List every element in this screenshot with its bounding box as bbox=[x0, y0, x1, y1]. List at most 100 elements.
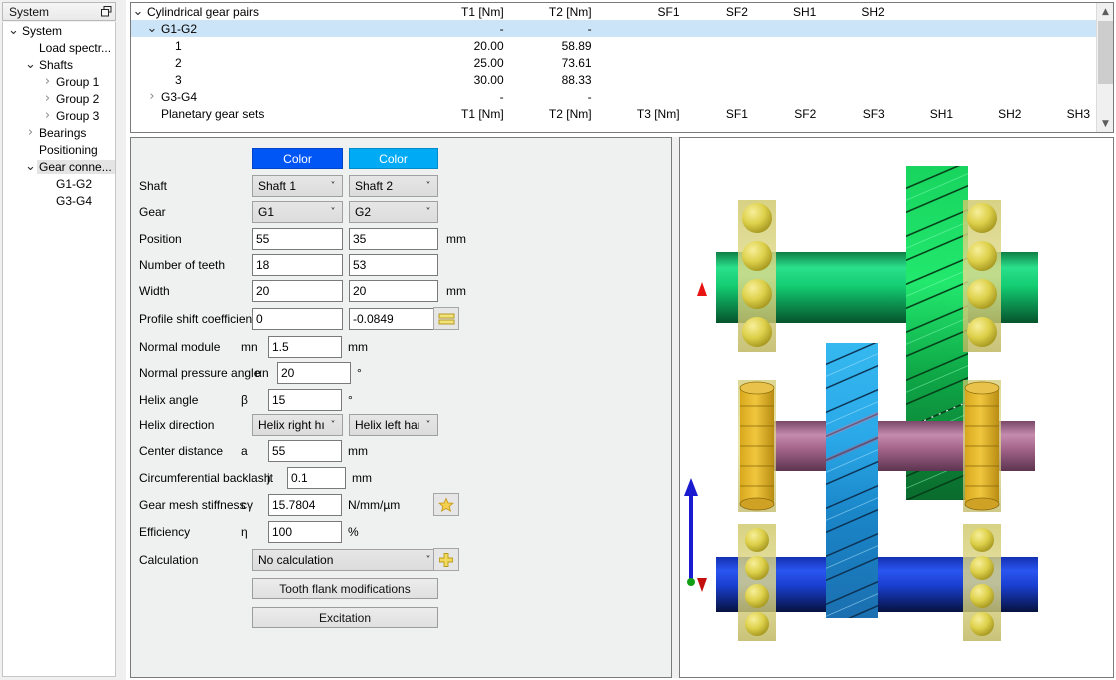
table-cell: - bbox=[422, 20, 510, 37]
tree-item-g1-g2[interactable]: G1-G2 bbox=[3, 175, 115, 192]
tree-item-group-1[interactable]: ›Group 1 bbox=[3, 73, 115, 90]
chevron-right-icon[interactable]: › bbox=[41, 73, 54, 90]
chevron-right-icon[interactable]: › bbox=[145, 89, 159, 104]
pressure-angle-label: Normal pressure angle bbox=[139, 362, 260, 384]
helix-angle-input[interactable] bbox=[268, 389, 342, 411]
table-cell bbox=[686, 71, 754, 88]
efficiency-label: Efficiency bbox=[139, 521, 190, 543]
tree-item-gear-conne[interactable]: ⌄Gear conne... bbox=[3, 158, 115, 175]
chevron-right-icon[interactable]: › bbox=[41, 107, 54, 124]
pressure-angle-unit: ° bbox=[357, 362, 362, 384]
tree-item-load-spectr[interactable]: Load spectr... bbox=[3, 39, 115, 56]
position-left-input[interactable] bbox=[252, 228, 343, 250]
helix-direction-left-select[interactable]: Helix right hı ˅ bbox=[252, 414, 343, 436]
restore-window-icon[interactable] bbox=[97, 3, 115, 20]
shaft-right-select[interactable]: Shaft 2 ˅ bbox=[349, 175, 438, 197]
table-cell: - bbox=[510, 88, 598, 105]
helix-angle-label: Helix angle bbox=[139, 389, 198, 411]
chevron-right-icon[interactable]: › bbox=[24, 124, 37, 141]
teeth-left-input[interactable] bbox=[252, 254, 343, 276]
table-row[interactable]: ⌄Cylindrical gear pairsT1 [Nm]T2 [Nm]SF1… bbox=[131, 3, 1096, 20]
color-button-right[interactable]: Color bbox=[349, 148, 438, 169]
tree-item-group-2[interactable]: ›Group 2 bbox=[3, 90, 115, 107]
tree-item-positioning[interactable]: Positioning bbox=[3, 141, 115, 158]
tree-item-bearings[interactable]: ›Bearings bbox=[3, 124, 115, 141]
scroll-down-icon[interactable]: ▼ bbox=[1097, 115, 1114, 132]
table-cell bbox=[959, 20, 1027, 37]
3d-gearbox-view[interactable] bbox=[679, 137, 1114, 678]
tree-node-list[interactable]: ⌄SystemLoad spectr...⌄Shafts›Group 1›Gro… bbox=[2, 22, 116, 677]
shaft-left-select[interactable]: Shaft 1 ˅ bbox=[252, 175, 343, 197]
profile-shift-left-input[interactable] bbox=[252, 308, 343, 330]
gear-right-select[interactable]: G2 ˅ bbox=[349, 201, 438, 223]
table-cell: SH2 bbox=[822, 3, 890, 20]
table-cell bbox=[686, 54, 754, 71]
axis-triad bbox=[684, 478, 698, 586]
table-cell bbox=[686, 37, 754, 54]
vertical-splitter-left[interactable] bbox=[118, 0, 126, 680]
excitation-label: Excitation bbox=[319, 611, 371, 625]
table-cell: 88.33 bbox=[510, 71, 598, 88]
teeth-right-input[interactable] bbox=[349, 254, 438, 276]
table-row[interactable]: 330.0088.33 bbox=[131, 71, 1096, 88]
force-arrow-shaft3 bbox=[697, 548, 707, 592]
chevron-down-icon: ˅ bbox=[419, 181, 437, 192]
normal-module-input[interactable] bbox=[268, 336, 342, 358]
excitation-button[interactable]: Excitation bbox=[252, 607, 438, 628]
scrollbar-thumb[interactable] bbox=[1098, 21, 1113, 84]
backlash-input[interactable] bbox=[287, 467, 346, 489]
color-button-left[interactable]: Color bbox=[252, 148, 343, 169]
tree-item-group-3[interactable]: ›Group 3 bbox=[3, 107, 115, 124]
table-row[interactable]: 225.0073.61 bbox=[131, 54, 1096, 71]
table-vertical-scrollbar[interactable]: ▲ ▼ bbox=[1096, 3, 1113, 132]
table-cell bbox=[959, 71, 1027, 88]
helix-direction-right-select[interactable]: Helix left har ˅ bbox=[349, 414, 438, 436]
table-cell bbox=[822, 71, 890, 88]
gearbox-render bbox=[680, 138, 1113, 677]
normal-module-label: Normal module bbox=[139, 336, 220, 358]
chevron-down-icon[interactable]: ⌄ bbox=[7, 22, 20, 39]
profile-shift-right-input[interactable] bbox=[349, 308, 438, 330]
width-left-input[interactable] bbox=[252, 280, 343, 302]
bearing-shaft2-right bbox=[963, 380, 1001, 512]
splitter-grip-left[interactable] bbox=[118, 176, 123, 192]
center-distance-input[interactable] bbox=[268, 440, 342, 462]
pressure-angle-input[interactable] bbox=[277, 362, 351, 384]
table-cell bbox=[598, 20, 686, 37]
table-row[interactable]: ›G3-G4-- bbox=[131, 88, 1096, 105]
tooth-flank-modifications-button[interactable]: Tooth flank modifications bbox=[252, 578, 438, 599]
chevron-down-icon: ˅ bbox=[419, 420, 437, 431]
mesh-stiffness-input[interactable] bbox=[268, 494, 342, 516]
chevron-down-icon[interactable]: ⌄ bbox=[145, 21, 159, 36]
star-icon-button[interactable] bbox=[433, 493, 459, 516]
chevron-right-icon[interactable]: › bbox=[41, 90, 54, 107]
plus-icon-button[interactable] bbox=[433, 548, 459, 571]
scroll-up-icon[interactable]: ▲ bbox=[1097, 3, 1114, 20]
bearing-shaft3-right bbox=[963, 524, 1001, 641]
equalize-icon-button[interactable] bbox=[433, 307, 459, 330]
tree-item-system[interactable]: ⌄System bbox=[3, 22, 115, 39]
table-cell bbox=[891, 20, 959, 37]
chevron-down-icon[interactable]: ⌄ bbox=[24, 158, 37, 175]
chevron-down-icon[interactable]: ⌄ bbox=[131, 4, 145, 19]
table-cell bbox=[822, 20, 890, 37]
chevron-down-icon[interactable]: ⌄ bbox=[24, 56, 37, 73]
table-cell: - bbox=[510, 20, 598, 37]
table-cell: T1 [Nm] bbox=[422, 3, 510, 20]
gear-left-select[interactable]: G1 ˅ bbox=[252, 201, 343, 223]
force-arrow-shaft1 bbox=[697, 282, 707, 328]
table-row[interactable]: 120.0058.89 bbox=[131, 37, 1096, 54]
tree-item-g3-g4[interactable]: G3-G4 bbox=[3, 192, 115, 209]
calculation-select[interactable]: No calculation ˅ bbox=[252, 549, 438, 571]
table-row-name-cell: ⌄G1-G2 bbox=[131, 20, 422, 37]
table-row[interactable]: Planetary gear setsT1 [Nm]T2 [Nm]T3 [Nm]… bbox=[131, 105, 1096, 122]
position-right-input[interactable] bbox=[349, 228, 438, 250]
efficiency-input[interactable] bbox=[268, 521, 342, 543]
width-right-input[interactable] bbox=[349, 280, 438, 302]
table-cell bbox=[959, 3, 1027, 20]
helix-direction-right-value: Helix left har bbox=[350, 418, 419, 432]
tooth-flank-modifications-label: Tooth flank modifications bbox=[279, 582, 410, 596]
tree-item-shafts[interactable]: ⌄Shafts bbox=[3, 56, 115, 73]
tree-item-label: Gear conne... bbox=[37, 160, 116, 174]
table-row[interactable]: ⌄G1-G2-- bbox=[131, 20, 1096, 37]
